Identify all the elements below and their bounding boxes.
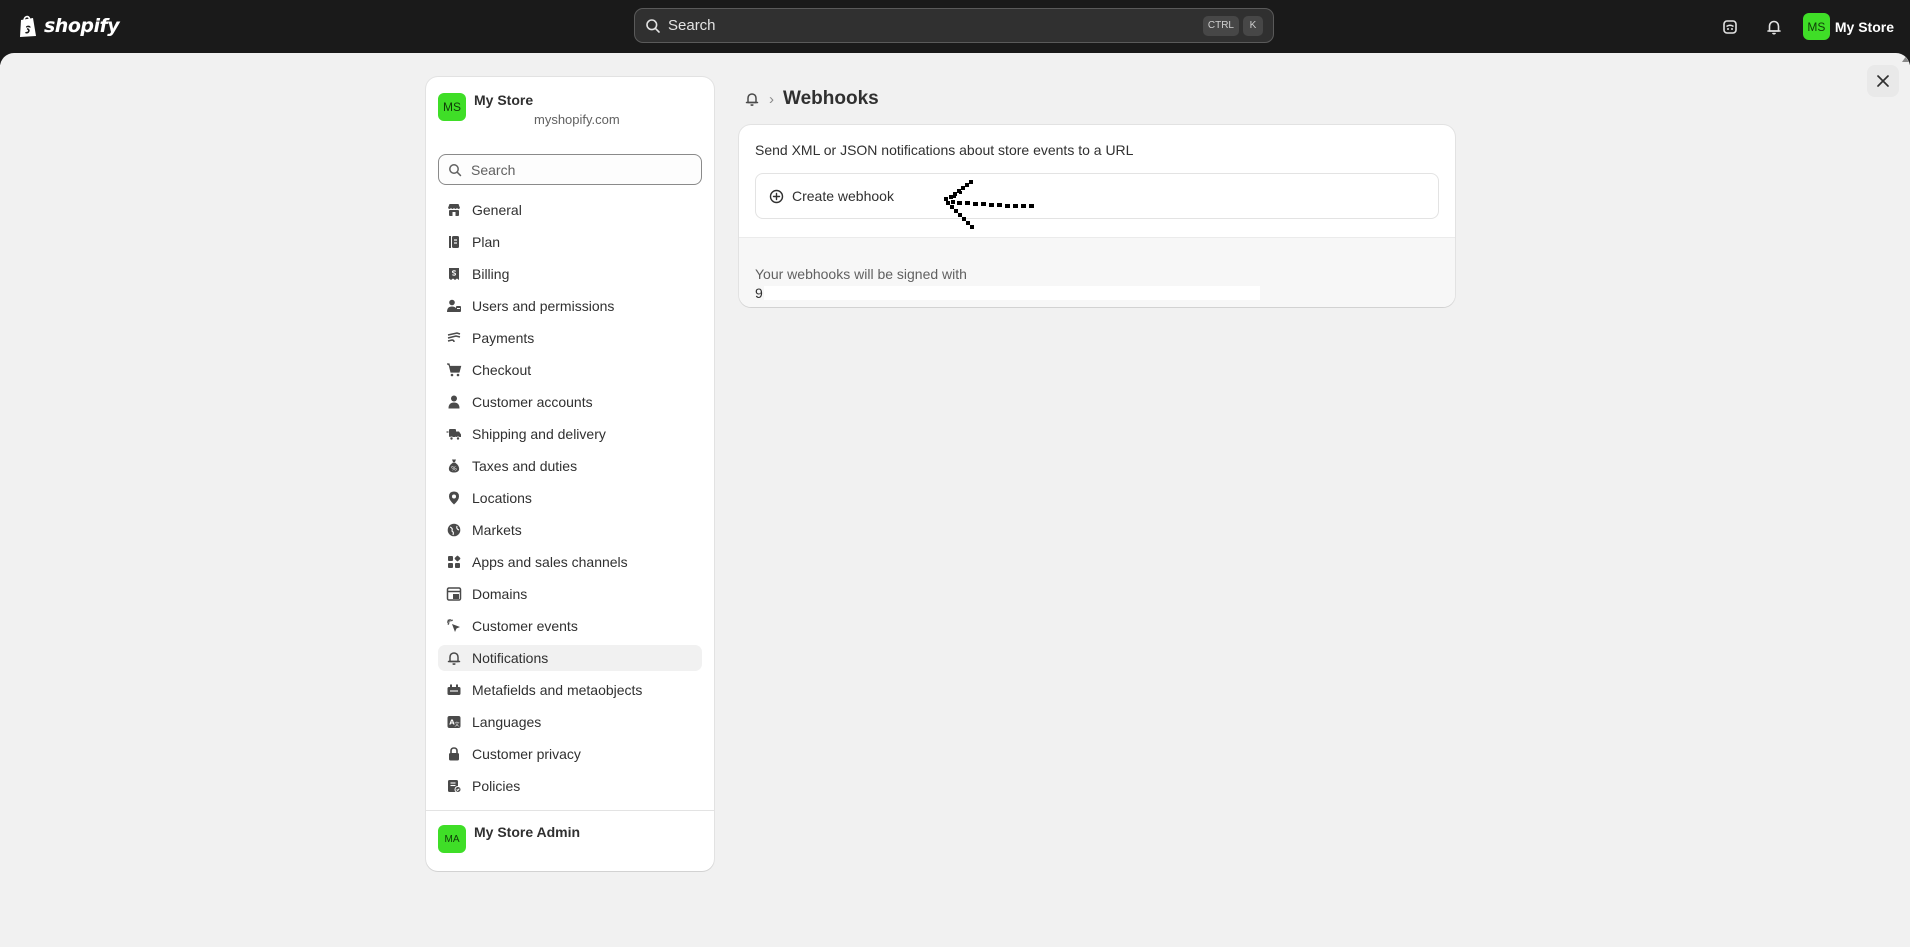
policy-icon xyxy=(448,780,462,793)
breadcrumb-separator: › xyxy=(769,90,774,108)
shortcut-key-k: K xyxy=(1243,15,1263,36)
sidekick-icon xyxy=(1723,19,1737,34)
shortcut-key-ctrl: CTRL xyxy=(1202,15,1239,36)
domain-suffix: myshopify.com xyxy=(534,112,620,127)
domain-icon xyxy=(446,587,462,601)
store-avatar: MS xyxy=(1802,13,1830,40)
sidebar-item-payments[interactable]: Payments xyxy=(438,325,702,351)
redacted-store-handle xyxy=(474,111,534,125)
sidebar-item-customer-privacy[interactable]: Customer privacy xyxy=(438,741,702,767)
apps-icon xyxy=(448,555,461,568)
pointing-arrow-annotation xyxy=(944,180,1034,229)
webhooks-description: Send XML or JSON notifications about sto… xyxy=(755,142,1134,158)
sidebar-item-markets[interactable]: Markets xyxy=(438,517,702,543)
language-icon: A文 xyxy=(447,716,461,728)
sidebar-item-policies[interactable]: Policies xyxy=(438,773,702,799)
store-name: My Store xyxy=(1834,18,1894,35)
sidebar-item-checkout[interactable]: Checkout xyxy=(438,357,702,383)
sidebar-item-metafields-and-metaobjects[interactable]: Metafields and metaobjects xyxy=(438,677,702,703)
close-settings-button[interactable] xyxy=(1867,65,1899,97)
svg-text:%: % xyxy=(451,466,457,473)
store-icon xyxy=(448,204,460,216)
sidebar-item-general[interactable]: General xyxy=(438,197,702,223)
shopping-bag-icon xyxy=(20,15,36,37)
webhooks-card: Send XML or JSON notifications about sto… xyxy=(739,125,1455,307)
location-icon xyxy=(449,491,459,505)
svg-text:文: 文 xyxy=(454,721,459,728)
sidebar-item-taxes-and-duties[interactable]: % Taxes and duties xyxy=(438,453,702,479)
top-bar: shopify Search CTRL K MS My Store xyxy=(0,0,1910,53)
sidebar-store-name: My Store xyxy=(474,92,534,108)
cursor-icon xyxy=(447,619,460,632)
plus-circle-icon xyxy=(769,189,784,203)
sidebar-item-plan[interactable]: Plan xyxy=(438,229,702,255)
sidebar-item-languages[interactable]: A文 Languages xyxy=(438,709,702,735)
signing-label: Your webhooks will be signed with xyxy=(755,266,967,282)
globe-icon xyxy=(447,523,461,537)
logo-text: shopify xyxy=(44,15,120,37)
scroll-up-arrow-icon[interactable] xyxy=(1901,55,1910,64)
sidekick-button[interactable] xyxy=(1715,12,1745,42)
sidebar-item-apps-and-sales-channels[interactable]: Apps and sales channels xyxy=(438,549,702,575)
metafields-icon xyxy=(447,684,461,695)
sidebar-store-avatar: MS xyxy=(438,93,466,121)
close-icon xyxy=(1877,75,1889,87)
cart-icon xyxy=(447,363,462,377)
sidebar-item-customer-accounts[interactable]: Customer accounts xyxy=(438,389,702,415)
payment-icon xyxy=(447,332,461,343)
global-search-input[interactable]: Search CTRL K xyxy=(634,8,1274,43)
breadcrumb: › Webhooks xyxy=(744,88,879,110)
sidebar-item-domains[interactable]: Domains xyxy=(438,581,702,607)
sidebar-item-shipping-and-delivery[interactable]: Shipping and delivery xyxy=(438,421,702,447)
page-title: Webhooks xyxy=(783,88,879,109)
admin-email-redacted xyxy=(474,841,580,853)
settings-nav: General Plan Billing Users and permissio… xyxy=(438,197,702,805)
tax-icon: % xyxy=(448,459,460,473)
sidebar-item-locations[interactable]: Locations xyxy=(438,485,702,511)
bell-icon xyxy=(447,652,461,665)
settings-search-placeholder: Search xyxy=(471,161,516,178)
search-icon xyxy=(449,163,462,176)
redacted-secret xyxy=(763,286,1260,300)
admin-user[interactable]: MA My Store Admin xyxy=(438,823,580,853)
search-icon xyxy=(646,18,660,33)
signing-secret-prefix: 9 xyxy=(755,285,763,301)
create-webhook-button[interactable]: Create webhook xyxy=(755,173,1439,219)
receipt-icon xyxy=(449,268,459,280)
bell-icon[interactable] xyxy=(744,91,760,107)
truck-icon xyxy=(446,429,461,441)
global-search-placeholder: Search xyxy=(668,17,716,34)
sidebar-item-users-and-permissions[interactable]: Users and permissions xyxy=(438,293,702,319)
lock-icon xyxy=(449,747,459,761)
notifications-button[interactable] xyxy=(1759,12,1789,42)
store-header[interactable]: MS My Store myshopify.com xyxy=(438,91,620,129)
signing-secret[interactable]: 9 xyxy=(755,285,1260,301)
sidebar-item-notifications[interactable]: Notifications xyxy=(438,645,702,671)
create-webhook-label: Create webhook xyxy=(792,188,894,204)
admin-name: My Store Admin xyxy=(474,824,581,840)
store-menu-button[interactable]: MS My Store xyxy=(1802,13,1894,40)
settings-sidebar: MS My Store myshopify.com Search General… xyxy=(426,77,714,871)
plan-icon xyxy=(449,236,459,248)
users-icon xyxy=(447,299,461,312)
sidebar-store-domain: myshopify.com xyxy=(474,111,620,129)
admin-avatar: MA xyxy=(438,825,466,853)
sidebar-item-customer-events[interactable]: Customer events xyxy=(438,613,702,639)
sidebar-divider xyxy=(426,810,714,811)
bell-icon xyxy=(1767,20,1781,35)
settings-search-input[interactable]: Search xyxy=(438,154,702,185)
sidebar-item-billing[interactable]: Billing xyxy=(438,261,702,287)
shopify-logo[interactable]: shopify xyxy=(17,12,120,40)
person-icon xyxy=(448,395,460,409)
